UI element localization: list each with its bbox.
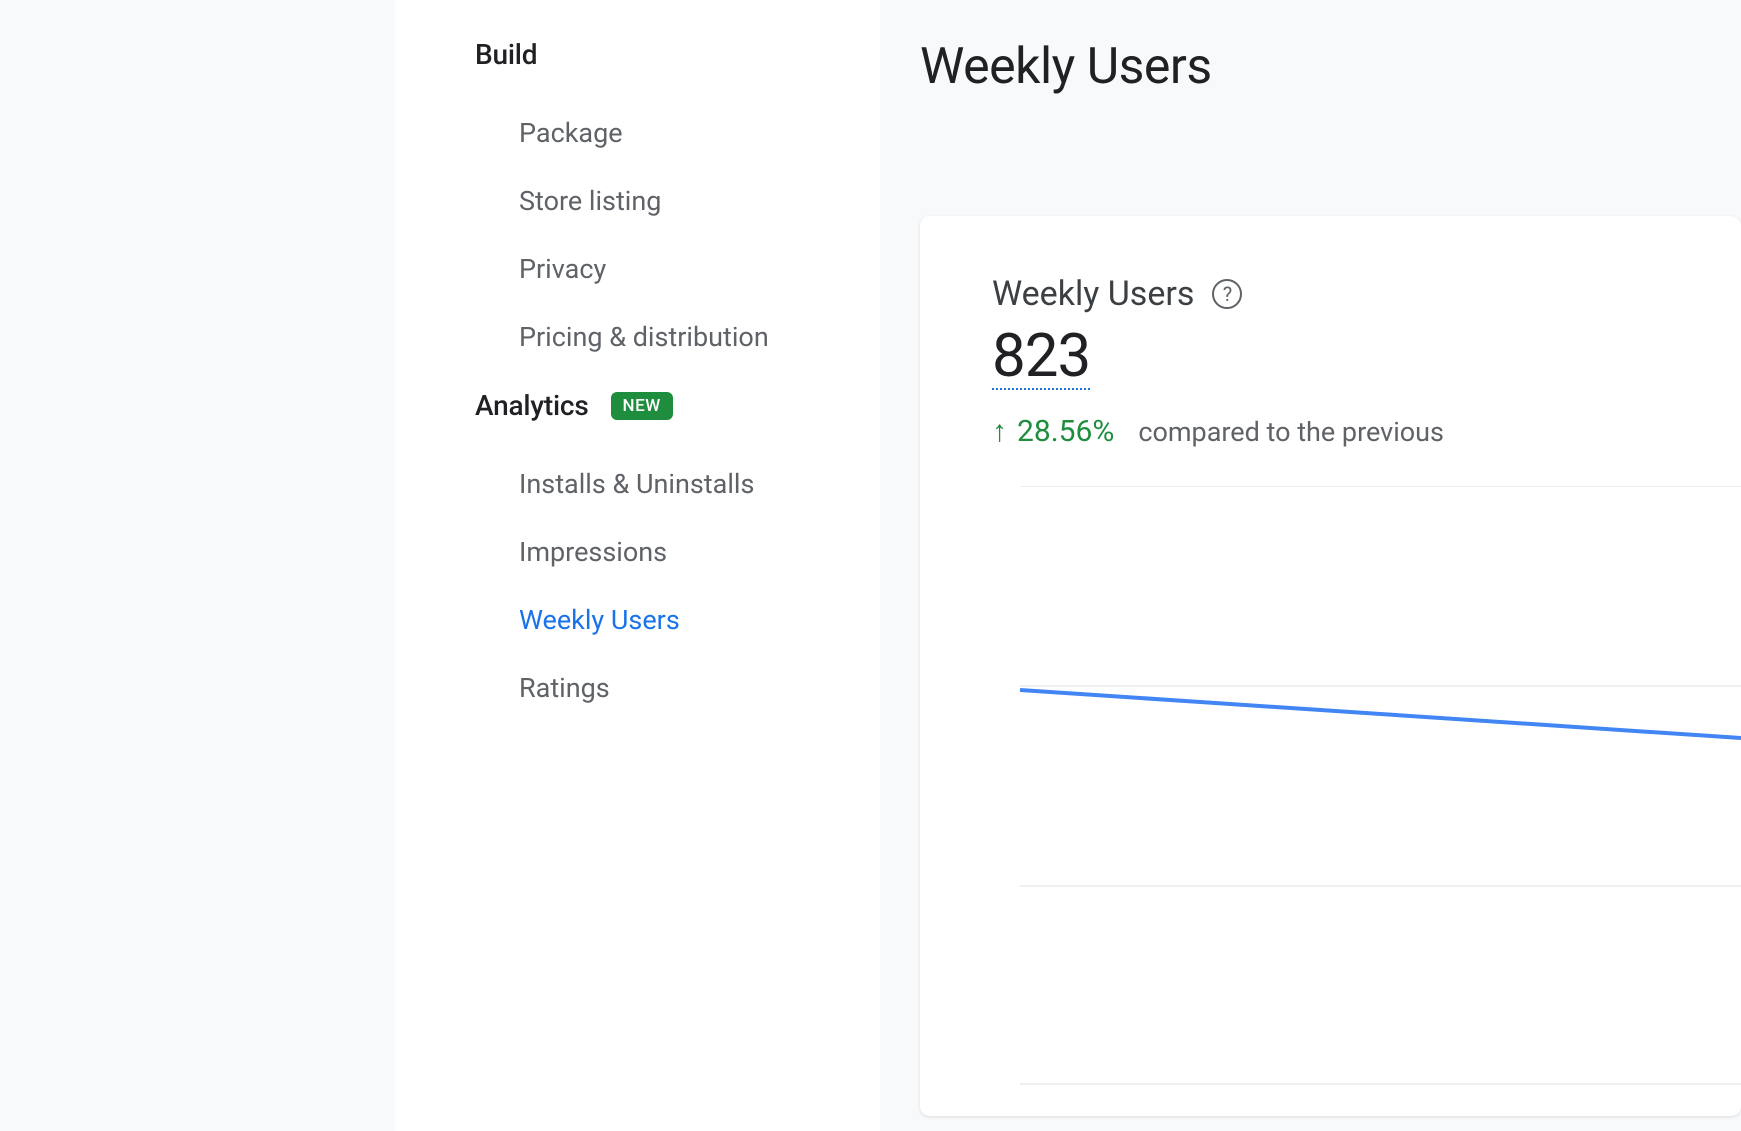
sidebar: Build Package Store listing Privacy Pric… [395, 0, 880, 1131]
page-title: Weekly Users [920, 38, 1741, 96]
line-chart [1020, 486, 1741, 1086]
sidebar-item-installs-uninstalls[interactable]: Installs & Uninstalls [475, 450, 880, 518]
sidebar-section-build: Build Package Store listing Privacy Pric… [475, 38, 880, 371]
left-gutter [0, 0, 395, 1131]
card-header: Weekly Users ? [992, 274, 1741, 314]
stat-value: 823 [992, 326, 1090, 390]
delta-percent: 28.56% [1017, 414, 1114, 449]
main-content: Weekly Users Weekly Users ? 823 ↑ 28.56%… [880, 0, 1741, 1131]
section-title-analytics: Analytics [475, 389, 589, 422]
delta-row: ↑ 28.56% compared to the previous [992, 414, 1741, 449]
weekly-users-card: Weekly Users ? 823 ↑ 28.56% compared to … [920, 216, 1741, 1116]
chart-line [1020, 690, 1741, 738]
sidebar-item-store-listing[interactable]: Store listing [475, 167, 880, 235]
section-header-analytics: Analytics NEW [475, 389, 880, 422]
sidebar-item-impressions[interactable]: Impressions [475, 518, 880, 586]
sidebar-item-privacy[interactable]: Privacy [475, 235, 880, 303]
section-title-build: Build [475, 38, 537, 71]
sidebar-section-analytics: Analytics NEW Installs & Uninstalls Impr… [475, 389, 880, 722]
sidebar-item-weekly-users[interactable]: Weekly Users [475, 586, 880, 654]
sidebar-item-package[interactable]: Package [475, 99, 880, 167]
badge-new: NEW [611, 392, 673, 420]
section-header-build: Build [475, 38, 880, 71]
help-icon[interactable]: ? [1212, 279, 1242, 309]
nav-list-build: Package Store listing Privacy Pricing & … [475, 99, 880, 371]
chart-area [1020, 486, 1741, 1086]
sidebar-item-pricing-distribution[interactable]: Pricing & distribution [475, 303, 880, 371]
nav-list-analytics: Installs & Uninstalls Impressions Weekly… [475, 450, 880, 722]
delta-compare-label: compared to the previous [1138, 416, 1444, 448]
card-title: Weekly Users [992, 274, 1194, 314]
arrow-up-icon: ↑ [992, 414, 1007, 449]
sidebar-item-ratings[interactable]: Ratings [475, 654, 880, 722]
